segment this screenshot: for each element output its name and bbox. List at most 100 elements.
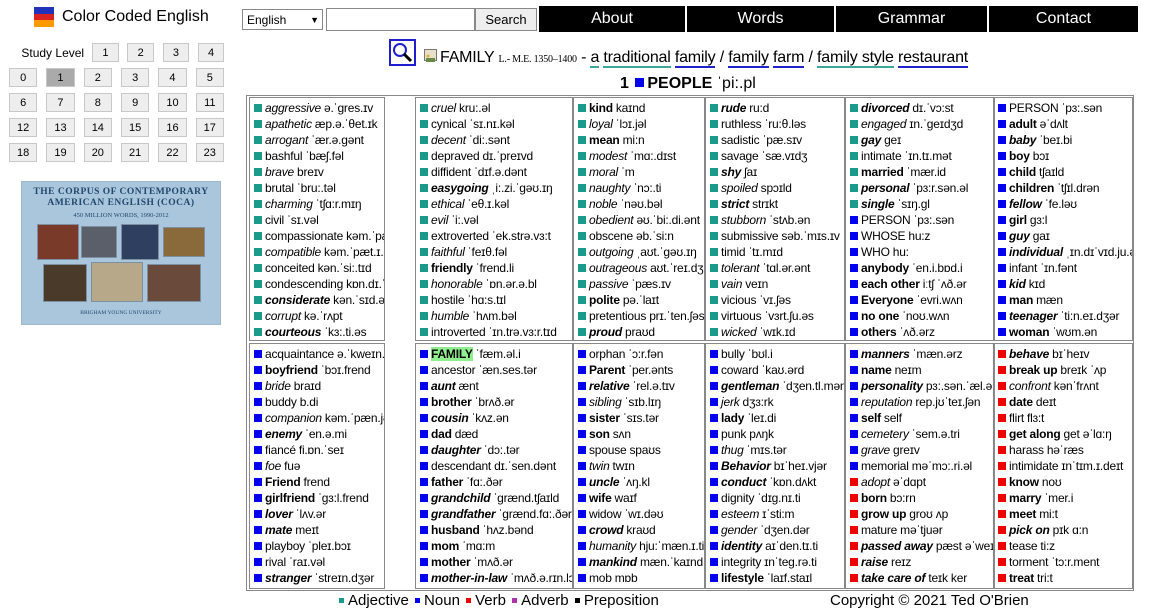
word-entry[interactable]: conduct ˈkɒn.dʌkt xyxy=(706,474,844,490)
word-entry[interactable]: companionkəm.ˈpæn.jən xyxy=(250,410,384,426)
word-text[interactable]: thug xyxy=(721,443,744,457)
word-entry[interactable]: boyfriend ˈbɔɪ.frend xyxy=(250,362,384,378)
word-entry[interactable]: divorced dɪ.ˈvɔ:st xyxy=(846,100,994,116)
word-entry[interactable]: playboy ˈpleɪ.bɔɪ xyxy=(250,538,384,554)
word-text[interactable]: grave xyxy=(861,443,890,457)
word-entry[interactable]: grandfather ˈgrænd.fɑ:.ðər xyxy=(416,506,572,522)
word-entry[interactable]: rude ru:d xyxy=(706,100,844,116)
word-text[interactable]: conceited xyxy=(265,261,315,275)
word-entry[interactable]: harass həˈræs xyxy=(994,442,1132,458)
word-text[interactable]: spouse xyxy=(589,443,627,457)
word-text[interactable]: bashful xyxy=(265,149,302,163)
word-text[interactable]: sibling xyxy=(589,395,622,409)
word-entry[interactable]: Behavior bɪˈheɪ.vjər xyxy=(706,458,844,474)
word-text[interactable]: sadistic xyxy=(721,133,760,147)
word-entry[interactable]: brutal ˈbru:.təl xyxy=(250,180,384,196)
word-text[interactable]: anybody xyxy=(861,261,909,275)
study-level-button[interactable]: 13 xyxy=(46,118,75,137)
word-text[interactable]: self xyxy=(861,411,881,425)
word-text[interactable]: identity xyxy=(721,539,762,553)
word-entry[interactable]: personal ˈpɜ:r.sən.əl xyxy=(846,180,994,196)
word-text[interactable]: brother xyxy=(431,395,472,409)
word-entry[interactable]: intimidate ɪnˈtɪm.ɪ.deɪt xyxy=(994,458,1132,474)
word-text[interactable]: FAMILY xyxy=(431,347,473,361)
word-entry[interactable]: memorial məˈmɔ:.ri.əl xyxy=(846,458,994,474)
word-text[interactable]: faithful xyxy=(431,245,465,259)
word-text[interactable]: loyal xyxy=(589,117,613,131)
word-text[interactable]: cemetery xyxy=(861,427,909,441)
word-text[interactable]: mature xyxy=(861,523,897,537)
word-text[interactable]: corrupt xyxy=(265,309,301,323)
word-entry[interactable]: polite pə.ˈlaɪt xyxy=(574,292,704,308)
word-entry[interactable]: punk pʌŋk xyxy=(706,426,844,442)
word-entry[interactable]: obscene əb.ˈsi:n xyxy=(574,228,704,244)
site-logo[interactable]: Color Coded English xyxy=(34,7,209,28)
word-entry[interactable]: reputation rep.jʊˈteɪ.ʃən xyxy=(846,394,994,410)
word-text[interactable]: charming xyxy=(265,197,313,211)
word-text[interactable]: bully xyxy=(721,347,745,361)
word-text[interactable]: shy xyxy=(721,165,741,179)
word-entry[interactable]: bully ˈbʊl.i xyxy=(706,346,844,362)
word-entry[interactable]: submissive səb.ˈmɪs.ɪv xyxy=(706,228,844,244)
word-text[interactable]: considerate xyxy=(265,293,330,307)
word-entry[interactable]: baby ˈbeɪ.bi xyxy=(994,132,1132,148)
word-entry[interactable]: self self xyxy=(846,410,994,426)
word-entry[interactable]: outgoing ˌaʊt.ˈgəʊ.ɪŋ xyxy=(574,244,704,260)
word-text[interactable]: wicked xyxy=(721,325,757,339)
word-text[interactable]: lover xyxy=(265,507,293,521)
word-text[interactable]: girlfriend xyxy=(265,491,315,505)
language-select[interactable]: English ▼ xyxy=(242,9,323,30)
word-text[interactable]: Everyone xyxy=(861,293,914,307)
word-entry[interactable]: introverted ˈɪn.trə.vɜ:r.tɪd xyxy=(416,324,572,340)
word-entry[interactable]: obedient əʊ.ˈbi:.di.ənt xyxy=(574,212,704,228)
word-text[interactable]: dad xyxy=(431,427,452,441)
word-text[interactable]: mankind xyxy=(589,555,637,569)
word-entry[interactable]: honorable ˈɒn.ər.ə.bl xyxy=(416,276,572,292)
word-text[interactable]: punk xyxy=(721,427,746,441)
word-text[interactable]: companion xyxy=(265,411,322,425)
word-entry[interactable]: husband ˈhʌz.bənd xyxy=(416,522,572,538)
word-text[interactable]: courteous xyxy=(265,325,321,339)
word-text[interactable]: jerk xyxy=(721,395,740,409)
word-entry[interactable]: fellow ˈfe.ləʊ xyxy=(994,196,1132,212)
word-text[interactable]: mob xyxy=(589,571,612,585)
study-level-button[interactable]: 20 xyxy=(83,143,112,162)
word-entry[interactable]: each other iːtʃ ˈʌð.ər xyxy=(846,276,994,292)
word-entry[interactable]: get along get əˈlɑ:ŋ xyxy=(994,426,1132,442)
word-text[interactable]: memorial xyxy=(861,459,909,473)
word-entry[interactable]: humble ˈhʌm.bəl xyxy=(416,308,572,324)
word-text[interactable]: outrageous xyxy=(589,261,647,275)
word-text[interactable]: mother xyxy=(431,555,471,569)
word-text[interactable]: baby xyxy=(1009,133,1036,147)
word-text[interactable]: cruel xyxy=(431,101,456,115)
word-text[interactable]: boy xyxy=(1009,149,1030,163)
word-entry[interactable]: wicked ˈwɪk.ɪd xyxy=(706,324,844,340)
word-text[interactable]: aunt xyxy=(431,379,456,393)
word-text[interactable]: obedient xyxy=(589,213,634,227)
word-entry[interactable]: mob mɒb xyxy=(574,570,704,586)
word-text[interactable]: cousin xyxy=(431,411,469,425)
word-entry[interactable]: mankind mæn.ˈkaɪnd xyxy=(574,554,704,570)
word-entry[interactable]: ancestor ˈæn.ses.tər xyxy=(416,362,572,378)
word-entry[interactable]: orphan ˈɔ:r.fən xyxy=(574,346,704,362)
word-entry[interactable]: easygoing ˌi:.zi.ˈgəʊ.ɪŋ xyxy=(416,180,572,196)
word-text[interactable]: evil xyxy=(431,213,448,227)
word-entry[interactable]: foe fuə xyxy=(250,458,384,474)
word-entry[interactable]: bashful ˈbæʃ.fəl xyxy=(250,148,384,164)
study-level-button[interactable]: 21 xyxy=(120,143,150,162)
word-text[interactable]: date xyxy=(1009,395,1033,409)
word-text[interactable]: honorable xyxy=(431,277,483,291)
word-entry[interactable]: consideratekən.ˈsɪd.ər.ət xyxy=(250,292,384,308)
word-entry[interactable]: esteem ɪˈsti:m xyxy=(706,506,844,522)
word-entry[interactable]: mother-in-law ˈmʌð.ə.rɪn.lɔ: xyxy=(416,570,572,586)
word-entry[interactable]: fiancé fi.ɒn.ˈseɪ xyxy=(250,442,384,458)
word-text[interactable]: brutal xyxy=(265,181,294,195)
word-text[interactable]: easygoing xyxy=(431,181,489,195)
word-entry[interactable]: lifestyle ˈlaɪf.staɪl xyxy=(706,570,844,586)
phrase-traditional[interactable]: traditional xyxy=(603,49,671,68)
word-text[interactable]: gay xyxy=(861,133,881,147)
word-entry[interactable]: raise reɪz xyxy=(846,554,994,570)
word-text[interactable]: reputation xyxy=(861,395,913,409)
nav-contact[interactable]: Contact xyxy=(989,6,1138,32)
word-text[interactable]: noble xyxy=(589,197,618,211)
